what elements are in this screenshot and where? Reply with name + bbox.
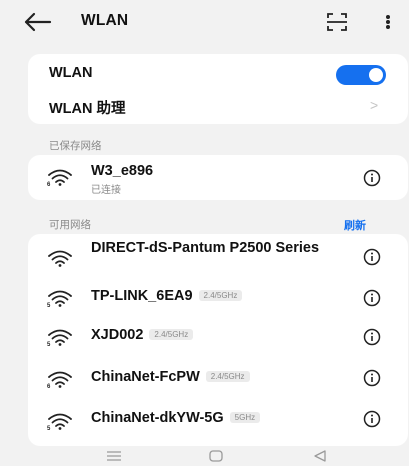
scan-qr-icon[interactable] — [324, 9, 350, 35]
network-list-item[interactable]: 5 XJD002 2.4/5GHz — [28, 317, 408, 357]
available-networks-header: 可用网络 — [49, 219, 91, 231]
connection-status: 已连接 — [91, 185, 121, 196]
info-icon[interactable] — [362, 168, 382, 188]
network-list-item[interactable]: 5 TP-LINK_6EA9 2.4/5GHz — [28, 279, 408, 317]
wlan-toggle-switch[interactable] — [336, 65, 386, 85]
network-list-item[interactable]: 5 ChinaNet-dkYW-5G 5GHz — [28, 399, 408, 441]
network-name-row: TP-LINK_6EA9 2.4/5GHz — [91, 288, 243, 304]
svg-text:5: 5 — [47, 342, 51, 347]
network-name: XJD002 — [91, 327, 144, 343]
network-name-row: XJD002 2.4/5GHz — [91, 327, 194, 343]
info-icon[interactable] — [362, 368, 382, 388]
top-bar: WLAN — [0, 0, 409, 44]
wlan-assistant-row[interactable]: WLAN 助理 > — [28, 88, 408, 124]
network-name-row: ChinaNet-FcPW 2.4/5GHz — [91, 369, 250, 385]
back-triangle-icon[interactable] — [310, 449, 330, 463]
switch-knob — [369, 68, 383, 82]
svg-text:5: 5 — [47, 303, 51, 308]
wlan-label: WLAN — [49, 65, 93, 81]
network-name-row: ChinaNet-dkYW-5G 5GHz — [91, 410, 261, 426]
wifi-signal-icon: 5 — [46, 327, 74, 348]
wlan-settings-screen: WLAN WLAN WLAN 助理 > 已保存网络 6 W3_e896 已连接 … — [0, 0, 409, 466]
network-name: ChinaNet-dkYW-5G — [91, 410, 224, 426]
band-badge: 2.4/5GHz — [198, 289, 243, 301]
network-list-item[interactable]: DIRECT-dS-Pantum P2500 Series — [28, 234, 408, 279]
more-vertical-icon[interactable] — [380, 9, 396, 35]
network-name: TP-LINK_6EA9 — [91, 288, 193, 304]
saved-networks-header: 已保存网络 — [49, 140, 102, 152]
info-icon[interactable] — [362, 247, 382, 267]
available-networks-card: DIRECT-dS-Pantum P2500 Series 5 TP-LINK_… — [28, 234, 408, 446]
info-icon[interactable] — [362, 327, 382, 347]
network-name: W3_e896 — [91, 163, 154, 179]
page-title: WLAN — [81, 12, 129, 29]
network-list-item[interactable]: 6 ChinaNet-FcPW 2.4/5GHz — [28, 357, 408, 399]
band-badge: 2.4/5GHz — [205, 370, 250, 382]
wlan-settings-card: WLAN WLAN 助理 > — [28, 54, 408, 124]
wlan-toggle-row[interactable]: WLAN — [28, 54, 408, 88]
wifi-signal-icon: 5 — [46, 411, 74, 432]
back-arrow-icon[interactable] — [22, 9, 54, 35]
chevron-right-icon: > — [370, 97, 379, 113]
svg-text:6: 6 — [47, 384, 51, 389]
wifi-signal-icon — [46, 248, 74, 268]
svg-text:6: 6 — [47, 182, 51, 187]
band-badge: 5GHz — [229, 411, 261, 423]
refresh-button[interactable]: 刷新 — [344, 217, 366, 233]
wifi-signal-icon: 6 — [46, 167, 74, 188]
system-nav-bar — [0, 446, 409, 466]
saved-networks-card: 6 W3_e896 已连接 — [28, 155, 408, 200]
saved-network-row[interactable]: 6 W3_e896 已连接 — [28, 155, 408, 200]
svg-text:5: 5 — [47, 426, 51, 431]
home-icon[interactable] — [206, 449, 226, 463]
wifi-signal-icon: 5 — [46, 288, 74, 309]
wlan-assistant-label: WLAN 助理 — [49, 101, 126, 117]
band-badge: 2.4/5GHz — [149, 328, 194, 340]
info-icon[interactable] — [362, 288, 382, 308]
network-name: ChinaNet-FcPW — [91, 369, 200, 385]
wifi-signal-icon: 6 — [46, 369, 74, 390]
info-icon[interactable] — [362, 409, 382, 429]
menu-icon[interactable] — [104, 449, 124, 463]
network-name: DIRECT-dS-Pantum P2500 Series — [91, 240, 320, 256]
